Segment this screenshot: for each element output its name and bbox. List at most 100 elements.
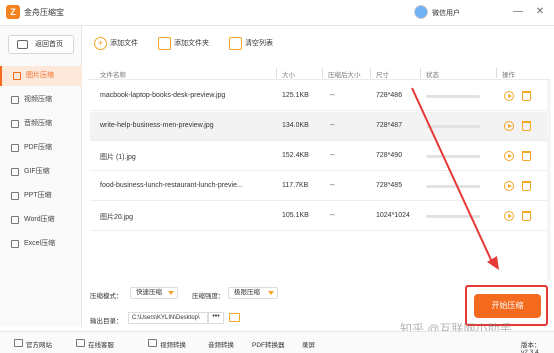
gif-icon — [11, 168, 19, 176]
footer-online-support[interactable]: 在线客服 — [76, 339, 114, 349]
progress-bar — [426, 215, 480, 218]
footer-video-convert[interactable]: 视频转换 — [148, 339, 186, 349]
trash-icon — [229, 37, 242, 50]
version-label: 版本：v2.3.4 — [521, 342, 541, 353]
file-name: macbook-laptop-books-desk-preview.jpg — [100, 92, 226, 99]
sidebar-item-label: Word压缩 — [24, 216, 55, 223]
compressed-size: -- — [330, 122, 335, 129]
delete-icon[interactable] — [522, 211, 531, 221]
col-header-name: 文件名称 — [100, 72, 126, 79]
sidebar-item-ppt[interactable]: PPT压缩 — [0, 186, 82, 206]
sidebar-item-pdf[interactable]: PDF压缩 — [0, 138, 82, 158]
audio-icon — [11, 120, 19, 128]
file-dims: 728*490 — [376, 152, 403, 159]
sidebar-item-image[interactable]: 图片压缩 — [0, 66, 82, 86]
play-icon[interactable] — [504, 91, 514, 101]
table-row[interactable]: food-business-lunch-restaurant-lunch-pre… — [90, 172, 550, 201]
user-name[interactable]: 微信用户 — [432, 8, 460, 18]
add-folder-button[interactable]: 添加文件夹 — [158, 37, 209, 51]
scrollbar[interactable] — [547, 80, 551, 280]
footer-official-site[interactable]: 官方网站 — [14, 339, 52, 349]
footer-label: 视频转换 — [160, 342, 186, 349]
footer-screen-record[interactable]: 录屏 — [290, 339, 315, 349]
user-avatar[interactable] — [414, 5, 428, 19]
mode-select[interactable]: 快速压缩 — [130, 287, 178, 299]
column-divider — [322, 68, 323, 78]
footer-label: 在线客服 — [88, 342, 114, 349]
compressed-size: -- — [330, 92, 335, 99]
play-icon[interactable] — [504, 211, 514, 221]
file-size: 117.7KB — [282, 182, 309, 189]
sidebar-item-label: PPT压缩 — [24, 192, 52, 199]
folder-icon[interactable] — [229, 313, 240, 322]
app-title: 金舟压缩宝 — [24, 8, 64, 17]
video-icon — [11, 96, 19, 104]
browse-button[interactable]: ••• — [208, 312, 224, 324]
footer-label: 官方网站 — [26, 342, 52, 349]
monitor-icon — [14, 339, 23, 347]
file-size: 134.0KB — [282, 122, 309, 129]
footer-label: PDF转换器 — [252, 342, 285, 349]
image-icon — [13, 72, 21, 80]
add-folder-label: 添加文件夹 — [174, 40, 209, 47]
output-dir-label: 输出目录： — [90, 318, 123, 325]
clear-list-label: 清空列表 — [245, 40, 273, 47]
delete-icon[interactable] — [522, 91, 531, 101]
delete-icon[interactable] — [522, 151, 531, 161]
file-dims: 728*486 — [376, 92, 403, 99]
minimize-button[interactable]: — — [511, 5, 525, 19]
play-icon[interactable] — [504, 181, 514, 191]
sidebar-item-excel[interactable]: Excel压缩 — [0, 234, 82, 254]
sidebar-item-label: PDF压缩 — [24, 144, 52, 151]
sidebar-item-label: Excel压缩 — [24, 240, 56, 247]
back-home-button[interactable]: 返回首页 — [8, 35, 74, 54]
headset-icon — [76, 339, 85, 347]
col-header-compressed: 压缩后大小 — [328, 72, 361, 79]
file-dims: 728*485 — [376, 182, 403, 189]
strength-value: 极限压缩 — [234, 289, 260, 296]
mode-value: 快速压缩 — [136, 289, 162, 296]
file-name: 图片20.jpg — [100, 214, 134, 221]
table-row[interactable]: 图片 (1).jpg 152.4KB -- 728*490 — [90, 142, 550, 171]
clear-list-button[interactable]: 清空列表 — [229, 37, 273, 51]
file-table-header: 文件名称 大小 压缩后大小 尺寸 状态 操作 — [88, 66, 550, 80]
sidebar: 返回首页 图片压缩 视频压缩 音频压缩 PDF压缩 GIF压缩 PPT压缩 Wo… — [0, 26, 82, 327]
close-button[interactable]: ✕ — [533, 5, 547, 19]
delete-icon[interactable] — [522, 121, 531, 131]
progress-bar — [426, 185, 480, 188]
delete-icon[interactable] — [522, 181, 531, 191]
footer-label: 音频转换 — [208, 342, 234, 349]
table-row[interactable]: write-help-business-men-preview.jpg 134.… — [90, 112, 550, 141]
start-compress-button[interactable]: 开始压缩 — [474, 294, 541, 318]
table-row[interactable]: macbook-laptop-books-desk-preview.jpg 12… — [90, 82, 550, 111]
back-home-label: 返回首页 — [35, 41, 63, 48]
add-file-button[interactable]: + 添加文件 — [94, 37, 138, 51]
file-dims: 728*487 — [376, 122, 403, 129]
sidebar-item-word[interactable]: Word压缩 — [0, 210, 82, 230]
compressed-size: -- — [330, 152, 335, 159]
play-icon[interactable] — [504, 151, 514, 161]
sidebar-item-audio[interactable]: 音频压缩 — [0, 114, 82, 134]
table-row[interactable]: 图片20.jpg 105.1KB -- 1024*1024 — [90, 202, 550, 231]
file-name: write-help-business-men-preview.jpg — [100, 122, 214, 129]
chevron-down-icon — [168, 291, 174, 295]
sidebar-item-label: GIF压缩 — [24, 168, 50, 175]
sidebar-item-label: 音频压缩 — [24, 120, 52, 127]
footer-pdf-converter[interactable]: PDF转换器 — [240, 339, 285, 349]
col-header-size: 大小 — [282, 72, 295, 79]
progress-bar — [426, 95, 480, 98]
strength-label: 压缩强度： — [192, 293, 225, 300]
play-icon[interactable] — [504, 121, 514, 131]
chevron-down-icon — [268, 291, 274, 295]
output-path-field[interactable]: C:\Users\KYLIN\Desktop\ — [128, 312, 208, 324]
arrow-head — [487, 256, 499, 270]
sidebar-item-video[interactable]: 视频压缩 — [0, 90, 82, 110]
file-size: 105.1KB — [282, 212, 309, 219]
sidebar-item-gif[interactable]: GIF压缩 — [0, 162, 82, 182]
strength-select[interactable]: 极限压缩 — [228, 287, 278, 299]
sidebar-item-label: 图片压缩 — [26, 72, 54, 79]
file-dims: 1024*1024 — [376, 212, 410, 219]
file-name: 图片 (1).jpg — [100, 154, 136, 161]
footer-audio-convert[interactable]: 音频转换 — [196, 339, 234, 349]
column-divider — [370, 68, 371, 78]
